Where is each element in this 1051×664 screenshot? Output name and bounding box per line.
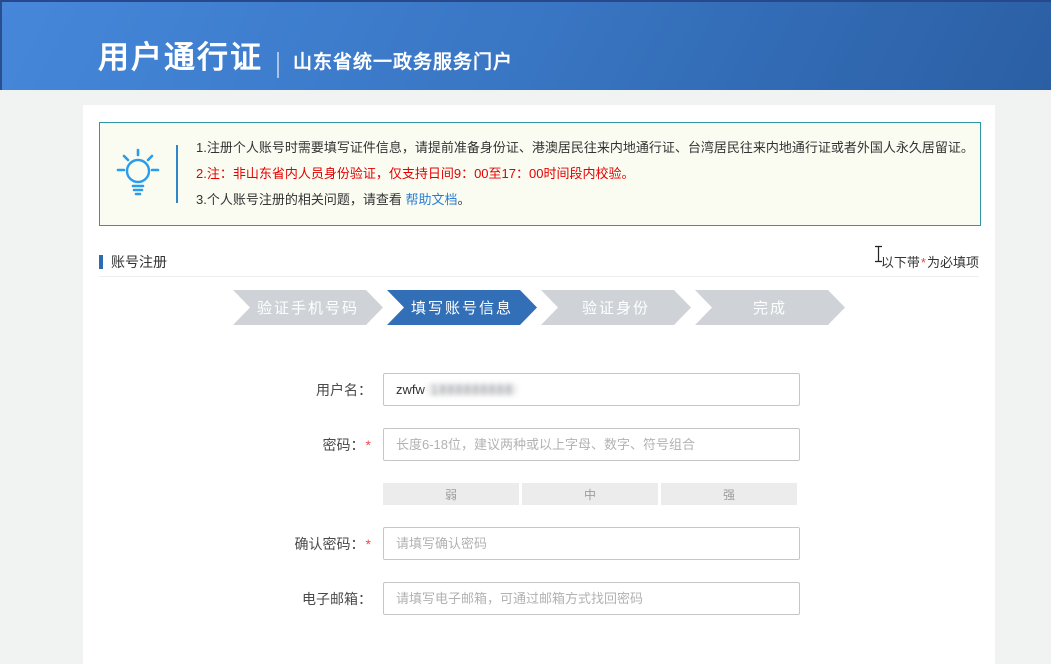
confirm-password-label: 确认密码：* bbox=[83, 534, 372, 554]
step-complete: 完成 bbox=[695, 290, 845, 325]
registration-steps: 验证手机号码 填写账号信息 验证身份 完成 bbox=[83, 290, 995, 325]
required-note: 以下带*为必填项 bbox=[881, 252, 979, 271]
password-required-star: * bbox=[365, 437, 372, 453]
registration-form: 用户名： zwfw 1888888888 密码：* 弱 中 强 确认密码：* bbox=[83, 373, 995, 615]
section-title: 账号注册 bbox=[111, 252, 167, 272]
portal-header: 用户通行证 山东省统一政务服务门户 bbox=[0, 0, 1051, 90]
section-header: 账号注册 以下带*为必填项 bbox=[99, 247, 979, 277]
step-complete-label: 完成 bbox=[753, 297, 787, 318]
step-account-info-label: 填写账号信息 bbox=[411, 297, 513, 318]
step-verify-phone: 验证手机号码 bbox=[233, 290, 383, 325]
confirm-required-star: * bbox=[365, 536, 372, 552]
tip-line-3: 3.个人账号注册的相关问题，请查看 帮助文档。 bbox=[196, 187, 974, 213]
step-verify-phone-label: 验证手机号码 bbox=[257, 297, 359, 318]
password-label: 密码：* bbox=[83, 435, 372, 455]
tip-line-3-text: 3.个人账号注册的相关问题，请查看 bbox=[196, 192, 405, 207]
section-accent-bar bbox=[99, 255, 103, 269]
username-input[interactable]: zwfw 1888888888 bbox=[383, 373, 800, 406]
portal-subtitle: 山东省统一政务服务门户 bbox=[293, 47, 513, 74]
help-doc-link[interactable]: 帮助文档 bbox=[405, 192, 457, 207]
required-note-prefix: 以下带 bbox=[881, 255, 920, 270]
password-strength-meter: 弱 中 强 bbox=[383, 483, 797, 505]
strength-weak: 弱 bbox=[383, 483, 519, 505]
username-row: 用户名： zwfw 1888888888 bbox=[83, 373, 995, 406]
confirm-password-row: 确认密码：* bbox=[83, 527, 995, 560]
tip-box: 1.注册个人账号时需要填写证件信息，请提前准备身份证、港澳居民往来内地通行证、台… bbox=[99, 122, 981, 226]
tip-line-3-suffix: 。 bbox=[457, 192, 470, 207]
header-divider bbox=[277, 52, 279, 78]
step-verify-identity: 验证身份 bbox=[541, 290, 691, 325]
lightbulb-icon bbox=[100, 148, 176, 200]
password-input[interactable] bbox=[383, 428, 800, 461]
username-value: zwfw bbox=[396, 382, 425, 397]
password-row: 密码：* bbox=[83, 428, 995, 461]
content-panel: 1.注册个人账号时需要填写证件信息，请提前准备身份证、港澳居民往来内地通行证、台… bbox=[83, 105, 995, 664]
username-label: 用户名： bbox=[83, 380, 372, 400]
email-input[interactable] bbox=[383, 582, 800, 615]
required-note-suffix: 为必填项 bbox=[927, 255, 979, 270]
strength-strong: 强 bbox=[661, 483, 797, 505]
email-label: 电子邮箱： bbox=[83, 589, 372, 609]
strength-medium: 中 bbox=[522, 483, 658, 505]
email-row: 电子邮箱： bbox=[83, 582, 995, 615]
step-verify-identity-label: 验证身份 bbox=[582, 297, 650, 318]
required-star: * bbox=[920, 255, 927, 270]
username-redacted-digits: 1888888888 bbox=[426, 382, 518, 397]
confirm-password-input[interactable] bbox=[383, 527, 800, 560]
portal-title: 用户通行证 bbox=[98, 32, 263, 77]
step-account-info: 填写账号信息 bbox=[387, 290, 537, 325]
tip-line-2: 2.注：非山东省内人员身份验证，仅支持日间9：00至17：00时间段内校验。 bbox=[196, 161, 974, 187]
tip-line-1: 1.注册个人账号时需要填写证件信息，请提前准备身份证、港澳居民往来内地通行证、台… bbox=[196, 135, 974, 161]
